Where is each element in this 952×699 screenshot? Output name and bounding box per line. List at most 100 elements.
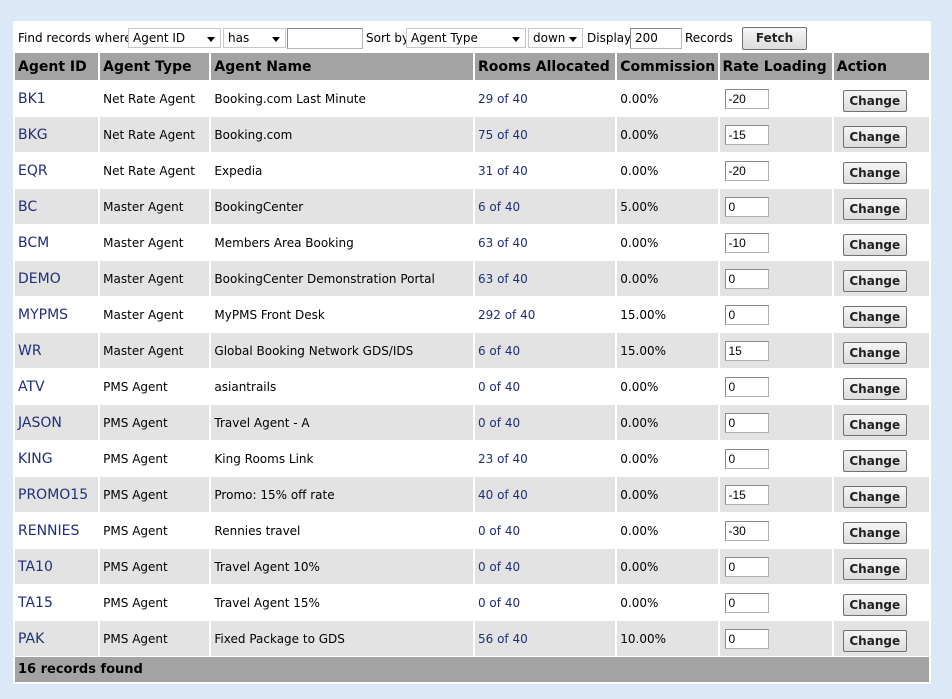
- column-header-rate-loading[interactable]: Rate Loading: [719, 53, 832, 81]
- agent-id-link[interactable]: JASON: [15, 405, 99, 441]
- agent-id-link[interactable]: PROMO15: [15, 477, 99, 513]
- change-button[interactable]: Change: [842, 233, 907, 256]
- agent-type-cell: Net Rate Agent: [100, 117, 210, 153]
- rate-loading-input[interactable]: [724, 232, 769, 253]
- rooms-allocated-link[interactable]: 0 of 40: [474, 585, 616, 621]
- commission-cell: 0.00%: [617, 405, 718, 441]
- change-button[interactable]: Change: [842, 305, 907, 328]
- rate-loading-input[interactable]: [724, 592, 769, 613]
- rooms-allocated-link[interactable]: 0 of 40: [474, 405, 616, 441]
- rate-loading-input[interactable]: [724, 376, 769, 397]
- rate-loading-input[interactable]: [724, 340, 769, 361]
- agent-id-link[interactable]: PAK: [15, 621, 99, 657]
- rooms-allocated-link[interactable]: 6 of 40: [474, 189, 616, 225]
- change-button[interactable]: Change: [842, 377, 907, 400]
- change-button[interactable]: Change: [842, 629, 907, 652]
- rooms-allocated-link[interactable]: 63 of 40: [474, 261, 616, 297]
- records-label: Records: [685, 31, 733, 45]
- rooms-allocated-link[interactable]: 75 of 40: [474, 117, 616, 153]
- agent-id-link[interactable]: KING: [15, 441, 99, 477]
- rate-loading-input[interactable]: [724, 124, 769, 145]
- table-row: JASON PMS Agent Travel Agent - A0 of 40 0.0…: [15, 405, 929, 441]
- column-header-agent-name[interactable]: Agent Name: [211, 53, 473, 81]
- commission-cell: 0.00%: [617, 513, 718, 549]
- agent-id-link[interactable]: RENNIES: [15, 513, 99, 549]
- column-header-agent-id[interactable]: Agent ID: [15, 53, 99, 81]
- column-header-commission[interactable]: Commission: [617, 53, 718, 81]
- rate-loading-input[interactable]: [724, 556, 769, 577]
- agent-id-link[interactable]: WR: [15, 333, 99, 369]
- agent-type-cell: Master Agent: [100, 189, 210, 225]
- rate-loading-input[interactable]: [724, 412, 769, 433]
- change-button[interactable]: Change: [842, 449, 907, 472]
- agent-name-cell: BookingCenter Demonstration Portal: [211, 261, 473, 297]
- rooms-allocated-link[interactable]: 0 of 40: [474, 369, 616, 405]
- commission-cell: 0.00%: [617, 441, 718, 477]
- agent-id-link[interactable]: BK1: [15, 81, 99, 117]
- change-button[interactable]: Change: [842, 521, 907, 544]
- column-header-agent-type[interactable]: Agent Type: [100, 53, 210, 81]
- rate-loading-input[interactable]: [724, 520, 769, 541]
- change-button[interactable]: Change: [842, 593, 907, 616]
- change-button[interactable]: Change: [842, 125, 907, 148]
- change-button[interactable]: Change: [842, 161, 907, 184]
- rooms-allocated-link[interactable]: 292 of 40: [474, 297, 616, 333]
- rate-loading-input[interactable]: [724, 196, 769, 217]
- rate-loading-input[interactable]: [724, 268, 769, 289]
- rooms-allocated-link[interactable]: 56 of 40: [474, 621, 616, 657]
- change-button[interactable]: Change: [842, 269, 907, 292]
- agent-id-link[interactable]: TA15: [15, 585, 99, 621]
- change-button[interactable]: Change: [842, 197, 907, 220]
- agent-id-link[interactable]: BKG: [15, 117, 99, 153]
- rooms-allocated-link[interactable]: 63 of 40: [474, 225, 616, 261]
- rooms-allocated-link[interactable]: 40 of 40: [474, 477, 616, 513]
- change-button[interactable]: Change: [842, 89, 907, 112]
- sort-direction-select[interactable]: down: [528, 28, 583, 48]
- action-cell: Change: [833, 513, 929, 549]
- rate-loading-cell: [719, 117, 832, 153]
- rate-loading-input[interactable]: [724, 484, 769, 505]
- change-button[interactable]: Change: [842, 557, 907, 580]
- rate-loading-input[interactable]: [724, 628, 769, 649]
- agent-id-link[interactable]: EQR: [15, 153, 99, 189]
- filter-operator-value: has: [228, 31, 250, 45]
- agent-type-cell: Master Agent: [100, 333, 210, 369]
- agent-id-link[interactable]: MYPMS: [15, 297, 99, 333]
- rooms-allocated-link[interactable]: 23 of 40: [474, 441, 616, 477]
- agent-id-link[interactable]: TA10: [15, 549, 99, 585]
- rooms-allocated-link[interactable]: 6 of 40: [474, 333, 616, 369]
- chevron-down-icon: [512, 37, 520, 42]
- commission-cell: 15.00%: [617, 333, 718, 369]
- rate-loading-cell: [719, 261, 832, 297]
- rate-loading-input[interactable]: [724, 160, 769, 181]
- agent-name-cell: Global Booking Network GDS/IDS: [211, 333, 473, 369]
- rooms-allocated-link[interactable]: 31 of 40: [474, 153, 616, 189]
- chevron-down-icon: [569, 37, 577, 42]
- filter-operator-select[interactable]: has: [223, 28, 286, 48]
- change-button[interactable]: Change: [842, 341, 907, 364]
- column-header-rooms-allocated[interactable]: Rooms Allocated: [474, 53, 616, 81]
- filter-field-select[interactable]: Agent ID: [128, 28, 221, 48]
- agent-id-link[interactable]: BCM: [15, 225, 99, 261]
- action-cell: Change: [833, 405, 929, 441]
- rate-loading-input[interactable]: [724, 88, 769, 109]
- agent-id-link[interactable]: BC: [15, 189, 99, 225]
- agent-name-cell: Booking.com Last Minute: [211, 81, 473, 117]
- agent-name-cell: BookingCenter: [211, 189, 473, 225]
- table-row: MYPMS Master Agent MyPMS Front Desk 292 of …: [15, 297, 929, 333]
- display-count-input[interactable]: 200: [630, 28, 682, 49]
- filter-value-input[interactable]: [287, 28, 363, 49]
- rooms-allocated-link[interactable]: 0 of 40: [474, 513, 616, 549]
- rate-loading-input[interactable]: [724, 448, 769, 469]
- agent-name-cell: asiantrails: [211, 369, 473, 405]
- fetch-button[interactable]: Fetch: [742, 27, 807, 50]
- agent-id-link[interactable]: DEMO: [15, 261, 99, 297]
- agent-id-link[interactable]: ATV: [15, 369, 99, 405]
- rooms-allocated-link[interactable]: 29 of 40: [474, 81, 616, 117]
- commission-cell: 5.00%: [617, 189, 718, 225]
- sort-field-select[interactable]: Agent Type: [406, 28, 526, 48]
- change-button[interactable]: Change: [842, 485, 907, 508]
- rate-loading-input[interactable]: [724, 304, 769, 325]
- change-button[interactable]: Change: [842, 413, 907, 436]
- rooms-allocated-link[interactable]: 0 of 40: [474, 549, 616, 585]
